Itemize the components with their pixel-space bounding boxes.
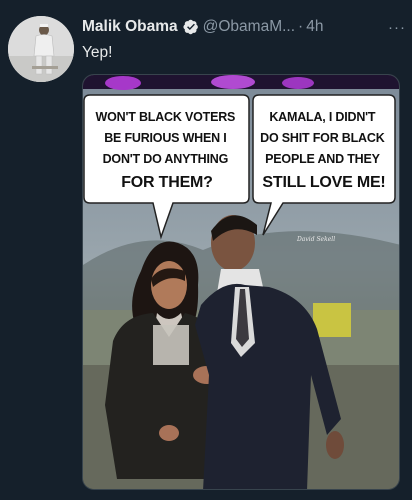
avatar[interactable] [8,16,74,82]
meme-watermark: David Sekell [296,236,335,243]
right-bubble-line-2: DO SHIT FOR BLACK [260,131,385,145]
author-name[interactable]: Malik Obama [82,18,178,36]
left-bubble-line-2: BE FURIOUS WHEN I [104,131,226,145]
more-options-icon[interactable]: ··· [388,19,406,36]
tweet-media[interactable]: WON'T BLACK VOTERS BE FURIOUS WHEN I DON… [82,74,400,490]
author-handle[interactable]: @ObamaM... [203,18,295,36]
meme-image: WON'T BLACK VOTERS BE FURIOUS WHEN I DON… [83,75,399,489]
left-bubble-line-1: WON'T BLACK VOTERS [96,110,236,124]
tweet-text: Yep! [82,44,113,61]
tweet-header: Malik Obama @ObamaM... · 4h ··· [82,16,406,38]
left-bubble-line-4: FOR THEM? [121,174,213,191]
separator-dot: · [298,18,304,35]
verified-badge-icon [183,19,198,35]
avatar-photo [8,16,74,82]
right-bubble-line-3: PEOPLE AND THEY [265,152,380,166]
tweet-timestamp[interactable]: 4h [306,18,323,36]
left-bubble-line-3: DON'T DO ANYTHING [103,152,229,166]
right-bubble-line-1: KAMALA, I DIDN'T [269,110,376,124]
right-bubble-line-4: STILL LOVE ME! [262,174,385,191]
